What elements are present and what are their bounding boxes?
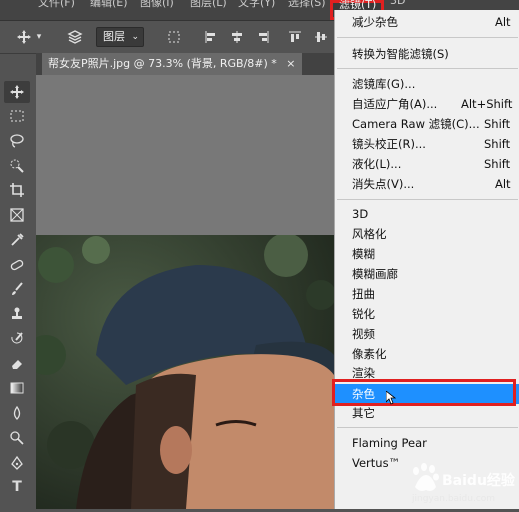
history-brush-tool-icon[interactable] [4, 328, 30, 350]
document-tab[interactable]: 帮女友P照片.jpg @ 73.3% (背景, RGB/8#) * × [42, 53, 302, 75]
menu-item-vanishing-point[interactable]: 消失点(V)... Alt [335, 174, 519, 194]
menu-item-sharpen[interactable]: 锐化 [335, 304, 519, 324]
auto-select-icon[interactable] [64, 27, 86, 47]
menu-item-filter-gallery[interactable]: 滤镜库(G)... [335, 74, 519, 94]
menu-separator [337, 199, 518, 200]
crop-tool-icon[interactable] [4, 179, 30, 201]
menu-type[interactable]: 文字(Y) [238, 0, 275, 10]
menu-item-video[interactable]: 视频 [335, 324, 519, 344]
lasso-tool-icon[interactable] [4, 130, 30, 152]
watermark-url: jingyan.baidu.com [412, 494, 496, 504]
marquee-tool-icon[interactable] [4, 105, 30, 127]
blur-tool-icon[interactable] [4, 402, 30, 424]
pen-tool-icon[interactable] [4, 452, 30, 474]
document-image[interactable] [36, 235, 334, 509]
dodge-tool-icon[interactable] [4, 427, 30, 449]
menu-item-reduce-noise[interactable]: 减少杂色 Alt [335, 12, 519, 32]
menu-item-pixelate[interactable]: 像素化 [335, 344, 519, 364]
menu-separator [337, 68, 518, 69]
close-icon[interactable]: × [286, 57, 295, 70]
menu-item-blur[interactable]: 模糊 [335, 244, 519, 264]
menu-3d[interactable]: 3D [390, 0, 405, 7]
align-top-icon[interactable] [286, 27, 304, 47]
brush-tool-icon[interactable] [4, 278, 30, 300]
eraser-tool-icon[interactable] [4, 353, 30, 375]
align-left-icon[interactable] [202, 27, 220, 47]
menu-edit[interactable]: 编辑(E) [90, 0, 128, 10]
menu-item-flaming-pear[interactable]: Flaming Pear [335, 433, 519, 453]
menu-item-other[interactable]: 其它 [335, 403, 519, 423]
canvas-area[interactable] [36, 75, 334, 235]
align-center-icon[interactable] [228, 27, 246, 47]
move-icon[interactable] [14, 27, 34, 47]
quick-selection-tool-icon[interactable] [4, 155, 30, 177]
chevron-down-icon: ⌄ [131, 32, 139, 42]
watermark-brand: Baidu经验 [442, 472, 516, 489]
align-middle-icon[interactable] [312, 27, 330, 47]
menu-select[interactable]: 选择(S) [288, 0, 326, 10]
chevron-down-icon[interactable]: ▾ [34, 27, 44, 47]
menu-item-3d[interactable]: 3D [335, 204, 519, 224]
menu-item-camera-raw[interactable]: Camera Raw 滤镜(C)... Shift [335, 114, 519, 134]
document-tab-bar: 帮女友P照片.jpg @ 73.3% (背景, RGB/8#) * × [36, 53, 334, 75]
menu-item-blur-gallery[interactable]: 模糊画廊 [335, 264, 519, 284]
menu-item-convert-smart-filters[interactable]: 转换为智能滤镜(S) [335, 44, 519, 64]
filter-dropdown-menu: 减少杂色 Alt 转换为智能滤镜(S) 滤镜库(G)... 自适应广角(A)..… [334, 10, 519, 509]
move-tool-icon[interactable] [4, 81, 30, 103]
menu-item-distort[interactable]: 扭曲 [335, 284, 519, 304]
align-right-icon[interactable] [254, 27, 272, 47]
menu-item-lens-correction[interactable]: 镜头校正(R)... Shift [335, 134, 519, 154]
eyedropper-tool-icon[interactable] [4, 229, 30, 251]
auto-select-layer-dropdown[interactable]: 图层 ⌄ [96, 27, 144, 47]
transform-controls-icon[interactable] [164, 27, 184, 47]
healing-brush-tool-icon[interactable] [4, 254, 30, 276]
gradient-tool-icon[interactable] [4, 377, 30, 399]
menu-item-liquify[interactable]: 液化(L)... Shift [335, 154, 519, 174]
layer-select-value: 图层 [103, 30, 125, 43]
menu-separator [337, 427, 518, 428]
document-tab-title: 帮女友P照片.jpg @ 73.3% (背景, RGB/8#) * [48, 57, 277, 70]
menu-file[interactable]: 文件(F) [38, 0, 75, 10]
mouse-cursor-icon [385, 390, 397, 405]
type-tool-icon[interactable]: T [4, 476, 30, 498]
frame-tool-icon[interactable] [4, 204, 30, 226]
annotation-highlight-box [332, 379, 516, 406]
menu-image[interactable]: 图像(I) [140, 0, 174, 10]
menu-separator [337, 37, 518, 38]
tools-panel: T [0, 75, 37, 509]
clone-stamp-tool-icon[interactable] [4, 303, 30, 325]
menu-item-stylize[interactable]: 风格化 [335, 224, 519, 244]
menu-item-adaptive-wide-angle[interactable]: 自适应广角(A)... Alt+Shift [335, 94, 519, 114]
menu-layer[interactable]: 图层(L) [190, 0, 227, 10]
